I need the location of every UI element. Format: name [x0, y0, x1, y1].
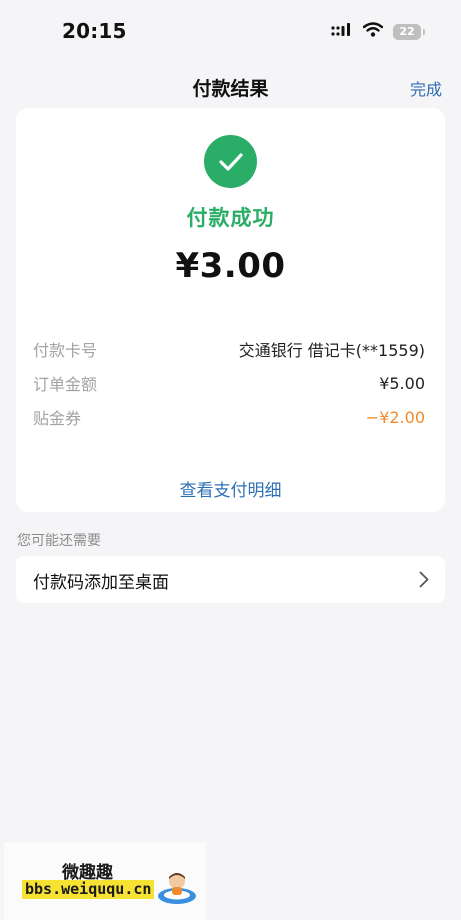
suggestions-title: 您可能还需要	[17, 533, 101, 549]
suggestion-label: 付款码添加至桌面	[33, 573, 169, 593]
status-bar: 20:15 22	[0, 0, 461, 60]
success-check-icon	[204, 135, 257, 188]
status-icons: 22	[331, 22, 425, 41]
detail-row-voucher: 贴金券 −¥2.00	[33, 400, 425, 434]
detail-row-order-amount: 订单金额 ¥5.00	[33, 366, 425, 400]
battery-icon: 22	[393, 23, 425, 40]
detail-value: −¥2.00	[365, 407, 425, 427]
detail-value: 交通银行 借记卡(**1559)	[238, 341, 425, 360]
nav-bar: 付款结果 完成	[0, 68, 461, 104]
detail-label: 贴金券	[33, 409, 82, 428]
done-button[interactable]: 完成	[410, 76, 442, 100]
view-payment-detail-link[interactable]: 查看支付明细	[16, 476, 445, 501]
wifi-icon	[362, 22, 384, 41]
detail-label: 订单金额	[33, 375, 98, 394]
detail-row-card: 付款卡号 交通银行 借记卡(**1559)	[33, 332, 425, 366]
page-title: 付款结果	[192, 78, 269, 100]
payment-status-text: 付款成功	[186, 206, 275, 230]
chevron-right-icon	[419, 571, 429, 592]
payment-details: 付款卡号 交通银行 借记卡(**1559) 订单金额 ¥5.00 贴金券 −¥2…	[33, 332, 425, 434]
watermark: 微趣趣 bbs.weiququ.cn	[4, 842, 206, 920]
detail-label: 付款卡号	[33, 341, 98, 360]
payment-amount: ¥3.00	[175, 246, 286, 286]
watermark-url: bbs.weiququ.cn	[22, 880, 155, 899]
status-time: 20:15	[62, 19, 127, 43]
payment-result-card: 付款成功 ¥3.00 付款卡号 交通银行 借记卡(**1559) 订单金额 ¥5…	[16, 108, 445, 512]
suggestion-item-add-to-desktop[interactable]: 付款码添加至桌面	[16, 556, 445, 603]
mascot-icon	[156, 870, 198, 910]
detail-value: ¥5.00	[379, 373, 425, 393]
cellular-signal-icon	[331, 22, 353, 41]
